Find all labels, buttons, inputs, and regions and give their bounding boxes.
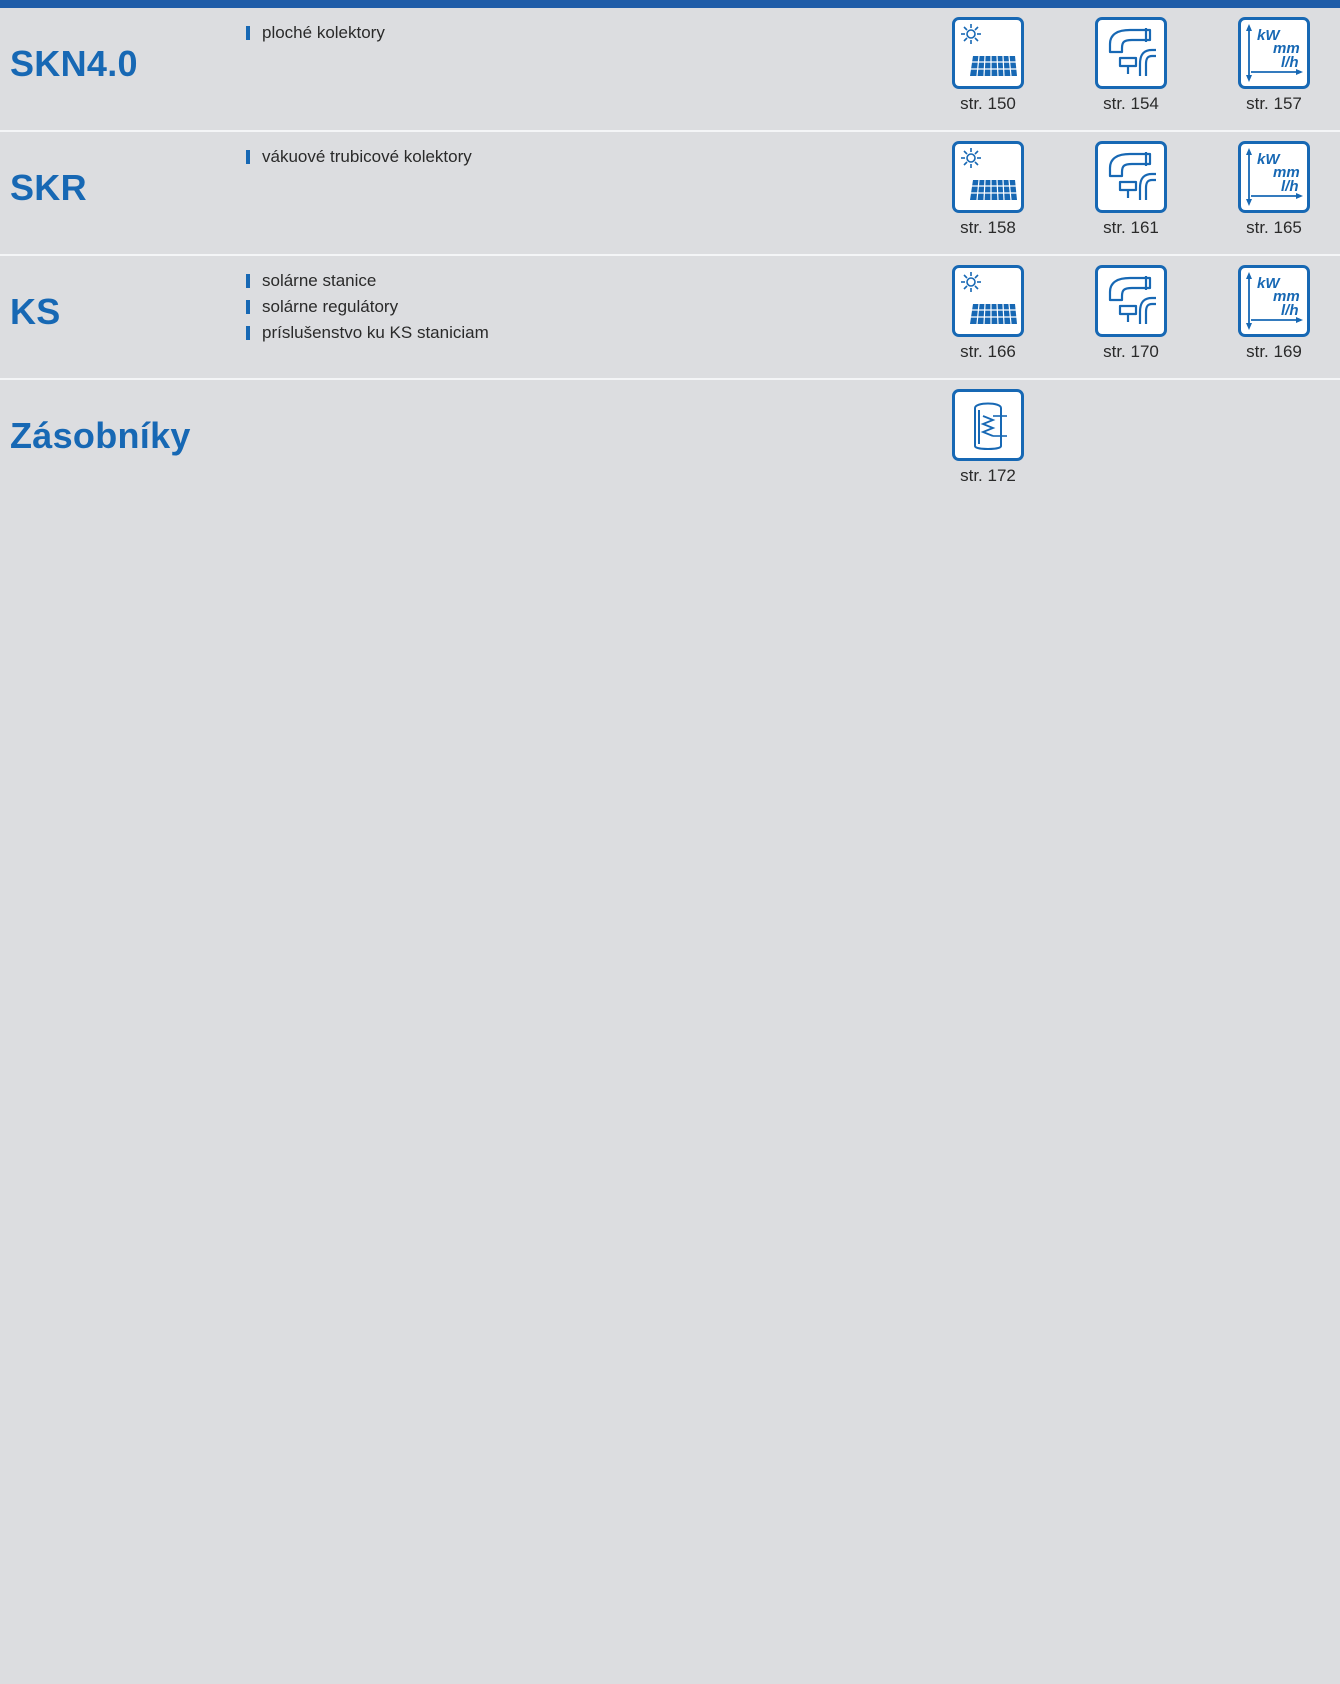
icon-link-techdata[interactable]: kW mm l/h str. 165 — [1224, 141, 1324, 238]
pipe-connection-icon — [1095, 141, 1167, 213]
page-reference: str. 165 — [1246, 218, 1302, 237]
solar-panel-icon — [952, 141, 1024, 213]
feature-item: vákuové trubicové kolektory — [246, 144, 472, 170]
product-row-ks: KS solárne stanice solárne regulátory pr… — [0, 256, 1340, 380]
product-title: SKR — [10, 167, 87, 208]
page-reference: str. 154 — [1103, 94, 1159, 113]
bullet-marker — [246, 326, 250, 340]
feature-item: príslušenstvo ku KS staniciam — [246, 320, 489, 346]
icon-link-solar[interactable]: str. 158 — [938, 141, 1038, 238]
feature-item: solárne regulátory — [246, 294, 489, 320]
bullet-marker — [246, 274, 250, 288]
bullet-marker — [246, 26, 250, 40]
page-reference: str. 166 — [960, 342, 1016, 361]
feature-list: vákuové trubicové kolektory — [246, 144, 472, 170]
technical-data-icon: kW mm l/h — [1238, 141, 1310, 213]
icon-link-storage[interactable]: str. 172 — [938, 389, 1038, 486]
svg-text:l/h: l/h — [1281, 178, 1299, 195]
pipe-connection-icon — [1095, 265, 1167, 337]
icon-link-solar[interactable]: str. 166 — [938, 265, 1038, 362]
product-title: SKN4.0 — [10, 43, 138, 84]
pipe-connection-icon — [1095, 17, 1167, 89]
product-title: Zásobníky — [10, 415, 191, 456]
bullet-marker — [246, 150, 250, 164]
solar-panel-icon — [952, 265, 1024, 337]
page-reference: str. 161 — [1103, 218, 1159, 237]
svg-text:l/h: l/h — [1281, 54, 1299, 71]
feature-item: solárne stanice — [246, 268, 489, 294]
bullet-marker — [246, 300, 250, 314]
product-row-zasobniky: Zásobníky str. 172 — [0, 380, 1340, 504]
technical-data-icon: kW mm l/h — [1238, 17, 1310, 89]
page-reference: str. 169 — [1246, 342, 1302, 361]
feature-list: solárne stanice solárne regulátory prísl… — [246, 268, 489, 346]
product-row-skr: SKR vákuové trubicové kolektory str. 158… — [0, 132, 1340, 256]
page-reference: str. 158 — [960, 218, 1016, 237]
page-reference: str. 172 — [960, 466, 1016, 485]
page-reference: str. 150 — [960, 94, 1016, 113]
icon-link-techdata[interactable]: kW mm l/h str. 169 — [1224, 265, 1324, 362]
icon-link-solar[interactable]: str. 150 — [938, 17, 1038, 114]
svg-text:l/h: l/h — [1281, 302, 1299, 319]
page-reference: str. 157 — [1246, 94, 1302, 113]
top-accent-bar — [0, 0, 1340, 8]
storage-tank-icon — [952, 389, 1024, 461]
product-row-skn: SKN4.0 ploché kolektory str. 150 str. 15… — [0, 8, 1340, 132]
product-title: KS — [10, 291, 61, 332]
solar-panel-icon — [952, 17, 1024, 89]
icon-link-techdata[interactable]: kW mm l/h str. 157 — [1224, 17, 1324, 114]
feature-item: ploché kolektory — [246, 20, 385, 46]
technical-data-icon: kW mm l/h — [1238, 265, 1310, 337]
icon-link-pipes[interactable]: str. 154 — [1081, 17, 1181, 114]
feature-list: ploché kolektory — [246, 20, 385, 46]
icon-link-pipes[interactable]: str. 170 — [1081, 265, 1181, 362]
icon-link-pipes[interactable]: str. 161 — [1081, 141, 1181, 238]
page-reference: str. 170 — [1103, 342, 1159, 361]
